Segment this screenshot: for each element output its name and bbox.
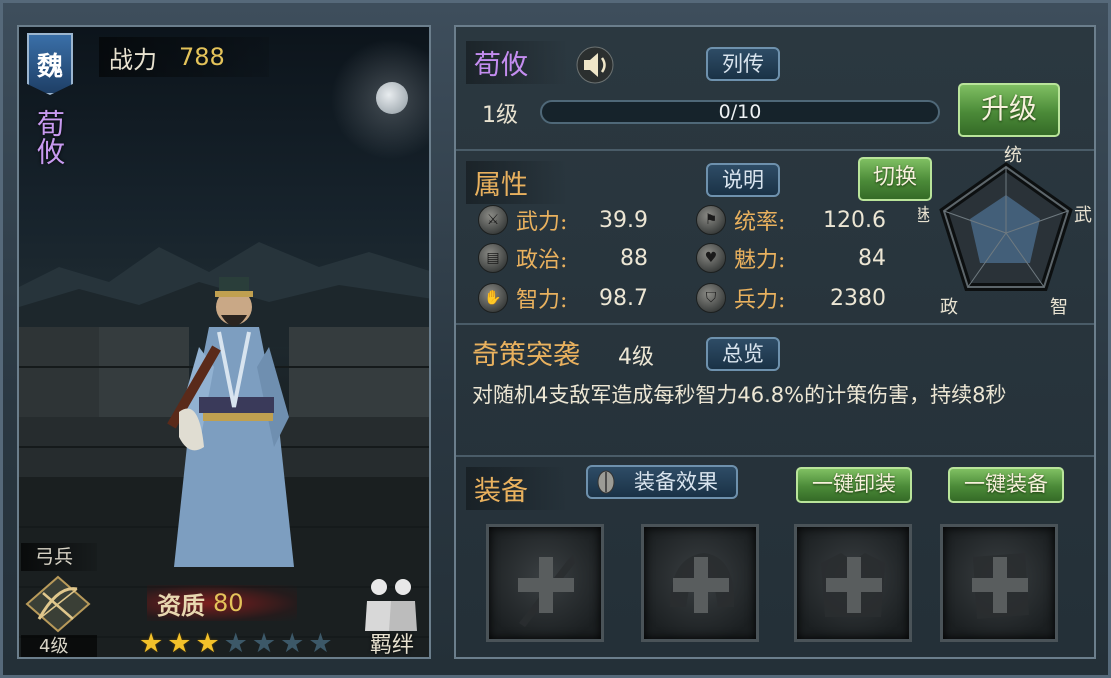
star-empty-icon: ★ <box>223 628 248 659</box>
helmet-plus-icon <box>670 553 735 613</box>
heart-icon: ♥ <box>696 243 726 273</box>
attribute-value: 98.7 <box>599 285 648 311</box>
game-frame: 魏 荀攸 战力 788 弓兵 4级 资质 80 ★ ★ ★ ★ ★ ★ ★ 羁绊 荀攸 <box>0 0 1111 678</box>
exp-bar: 0/10 <box>540 100 940 124</box>
star-filled-icon: ★ <box>139 628 164 659</box>
equip-all-button[interactable]: 一键装备 <box>948 467 1064 503</box>
attribute-radar-chart: 统 武 智 政 魅 <box>918 145 1092 318</box>
skill-name: 奇策突袭 <box>472 340 580 371</box>
hero-info-panel: 荀攸 列传 1级 0/10 升级 属性 说明 切换 ⚔ 武力: 39.9 ⚑ 统率: 12… <box>454 25 1096 659</box>
radar-label-bottom-left: 政 <box>940 297 958 318</box>
moon <box>376 82 408 114</box>
equip-effect-button[interactable]: 装备效果 <box>586 465 738 499</box>
divider <box>456 323 1094 325</box>
attribute-value: 2380 <box>830 285 886 311</box>
hero-portrait-panel: 魏 荀攸 战力 788 弓兵 4级 资质 80 ★ ★ ★ ★ ★ ★ ★ 羁绊 <box>17 25 431 659</box>
attribute-label: 政治: <box>516 248 568 273</box>
shield-icon: ⛉ <box>696 283 726 313</box>
aptitude: 资质 80 <box>147 585 297 621</box>
star-empty-icon: ★ <box>280 628 305 659</box>
shield-icon <box>597 470 615 494</box>
speaker-icon[interactable] <box>574 45 616 85</box>
bow-icon[interactable] <box>25 575 91 633</box>
book-slot[interactable] <box>940 524 1058 642</box>
hand-icon: ✋ <box>478 283 508 313</box>
hero-name-title: 荀攸 <box>466 41 568 84</box>
skill-level: 4级 <box>618 345 654 370</box>
attribute-value: 84 <box>858 245 886 271</box>
star-filled-icon: ★ <box>195 628 220 659</box>
radar-label-left: 魅 <box>918 205 930 226</box>
star-empty-icon: ★ <box>251 628 277 659</box>
explain-button[interactable]: 说明 <box>706 163 780 197</box>
hero-level: 1级 <box>482 103 518 128</box>
skill-description: 对随机4支敌军造成每秒智力46.8%的计策伤害，持续8秒 <box>472 383 1007 407</box>
kingdom-badge: 魏 <box>27 33 73 95</box>
power-value: 788 <box>179 43 225 71</box>
hero-character <box>167 277 294 567</box>
exp-text: 0/10 <box>718 101 762 123</box>
attribute-row: ⚔ 武力: 39.9 <box>478 203 648 237</box>
radar-label-top: 统 <box>1004 145 1022 166</box>
sword-plus-icon <box>518 555 575 627</box>
weapon-slot[interactable] <box>486 524 604 642</box>
equipment-title: 装备 <box>466 467 568 510</box>
bond-label[interactable]: 羁绊 <box>361 627 423 657</box>
attribute-row: ▤ 政治: 88 <box>478 241 648 275</box>
sword-icon: ⚔ <box>478 205 508 235</box>
combat-power: 战力 788 <box>99 37 269 77</box>
overview-button[interactable]: 总览 <box>706 337 780 371</box>
star-filled-icon: ★ <box>167 628 192 659</box>
unequip-all-button[interactable]: 一键卸装 <box>796 467 912 503</box>
attribute-value: 88 <box>620 245 648 271</box>
biography-button[interactable]: 列传 <box>706 47 780 81</box>
star-empty-icon: ★ <box>308 628 333 659</box>
attribute-label: 智力: <box>516 288 568 313</box>
radar-label-bottom-right: 智 <box>1050 297 1068 318</box>
star-rating: ★ ★ ★ ★ ★ ★ ★ <box>139 630 333 657</box>
attribute-label: 魅力: <box>734 248 786 273</box>
unit-level: 4级 <box>21 635 97 657</box>
equip-effect-label: 装备效果 <box>634 470 718 494</box>
aptitude-label: 资质 <box>157 591 205 620</box>
attribute-row: ♥ 魅力: 84 <box>696 241 886 275</box>
flag-icon: ⚑ <box>696 205 726 235</box>
upgrade-button[interactable]: 升级 <box>958 83 1060 137</box>
attribute-label: 武力: <box>516 210 568 235</box>
hero-name-vertical: 荀攸 <box>33 109 66 165</box>
attributes-title: 属性 <box>466 161 568 204</box>
helmet-slot[interactable] <box>641 524 759 642</box>
attribute-label: 统率: <box>734 210 786 235</box>
book-plus-icon <box>972 553 1029 619</box>
attribute-row: ⚑ 统率: 120.6 <box>696 203 886 237</box>
armor-slot[interactable] <box>794 524 912 642</box>
divider <box>456 455 1094 457</box>
aptitude-value: 80 <box>213 589 244 617</box>
radar-label-right: 武 <box>1074 205 1092 226</box>
attribute-label: 兵力: <box>734 288 786 313</box>
attribute-row: ⛉ 兵力: 2380 <box>696 281 886 315</box>
scroll-icon: ▤ <box>478 243 508 273</box>
attribute-row: ✋ 智力: 98.7 <box>478 281 648 315</box>
power-label: 战力 <box>109 45 157 74</box>
unit-type-label: 弓兵 <box>21 543 97 571</box>
attribute-value: 39.9 <box>599 207 648 233</box>
armor-plus-icon <box>821 553 885 617</box>
attribute-value: 120.6 <box>823 207 886 233</box>
